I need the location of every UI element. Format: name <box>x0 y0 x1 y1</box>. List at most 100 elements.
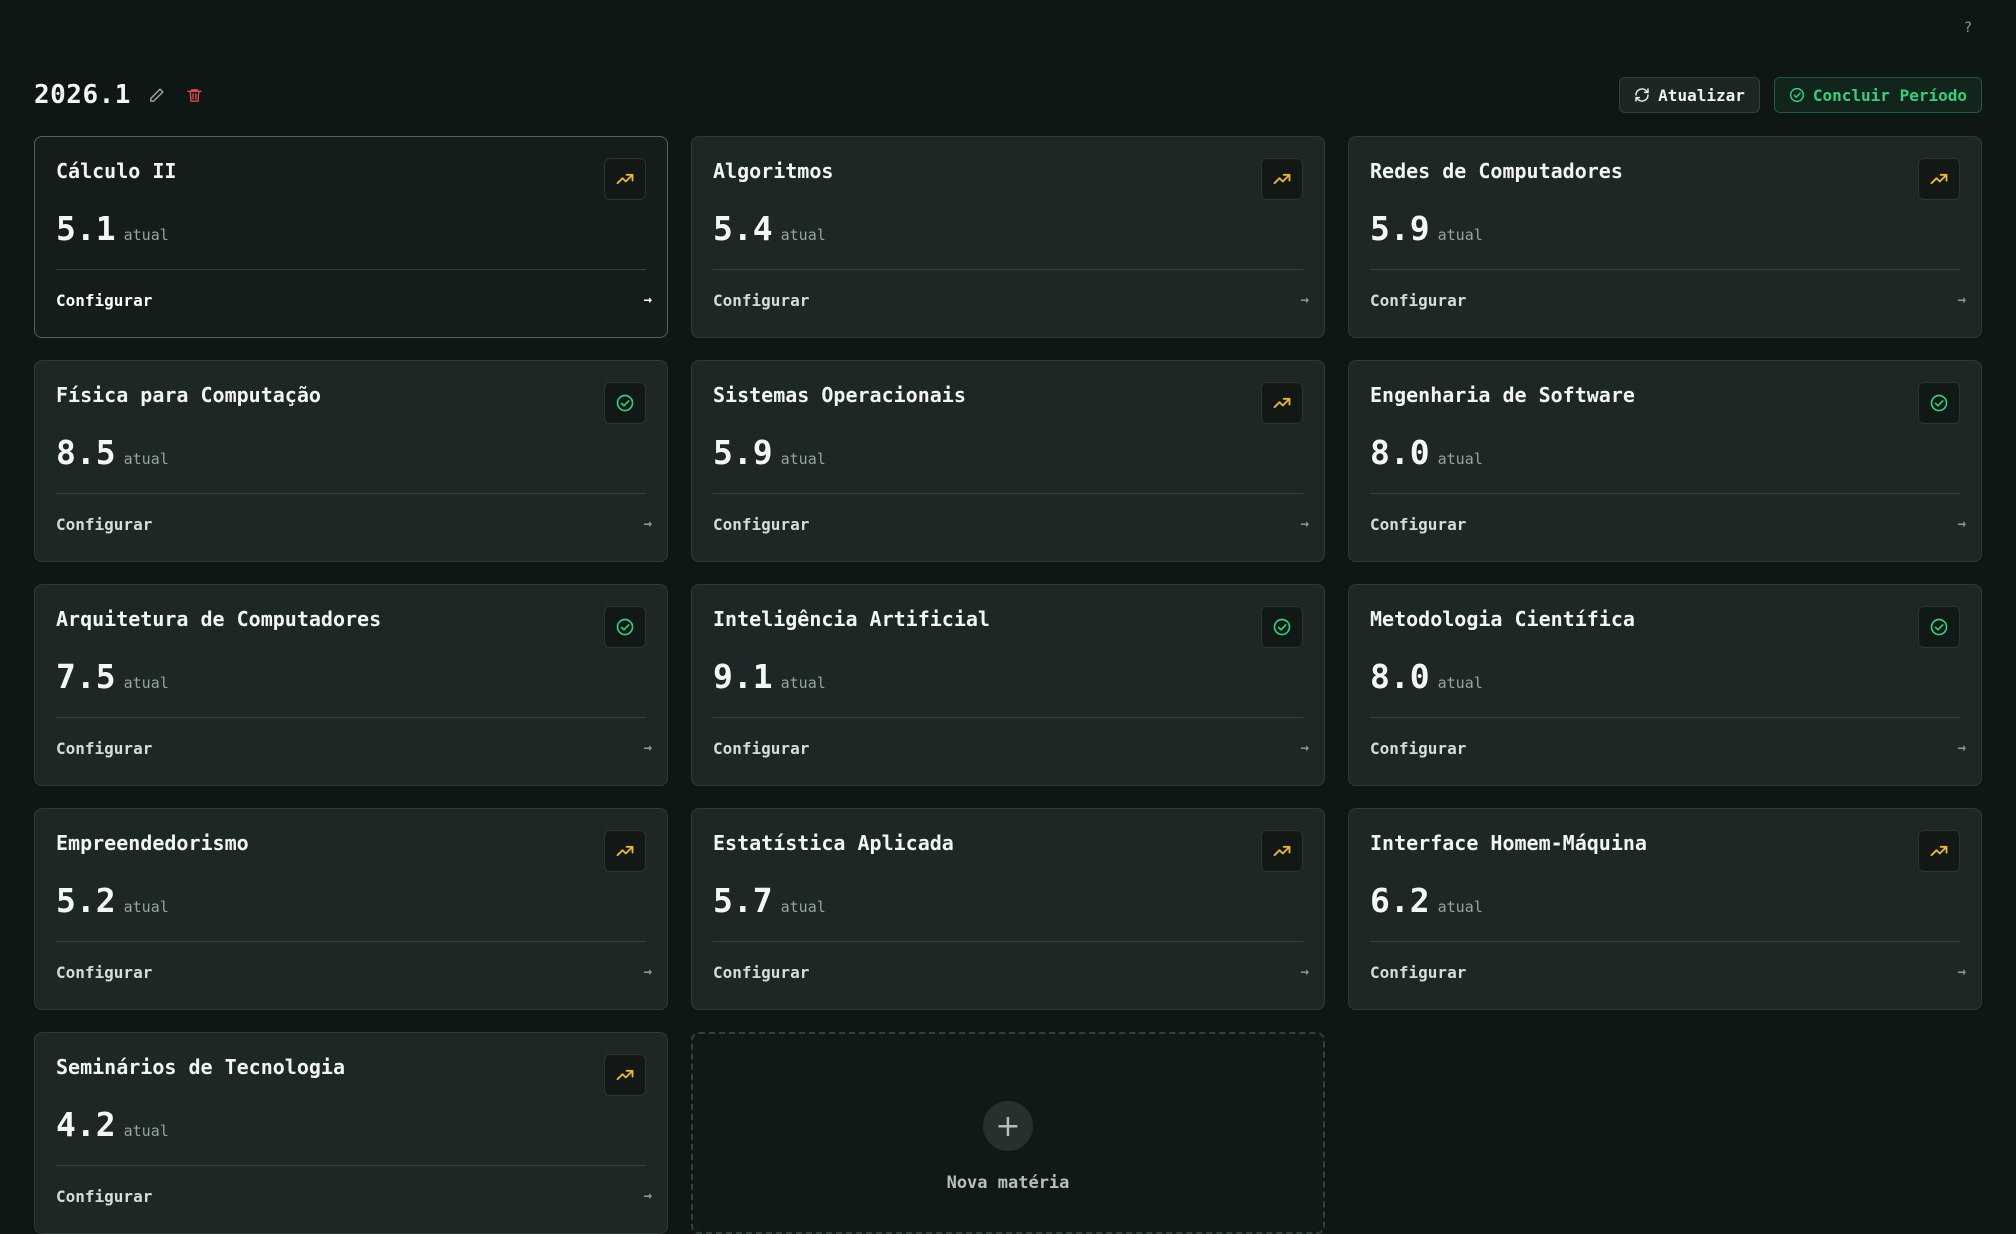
trending-up-icon <box>1930 173 1948 185</box>
subject-status-badge <box>1261 158 1303 200</box>
subject-grade-unit: atual <box>1437 674 1483 692</box>
refresh-button[interactable]: Atualizar <box>1619 77 1760 113</box>
configure-label: Configurar <box>713 514 810 534</box>
subject-grade: 5.4 <box>713 209 773 248</box>
configure-label: Configurar <box>1370 738 1467 758</box>
configure-link[interactable]: Configurar → <box>713 494 1309 554</box>
check-circle-icon <box>616 618 634 636</box>
subject-card[interactable]: Cálculo II 5.1 atual Configurar → <box>34 136 668 338</box>
configure-link[interactable]: Configurar → <box>1370 270 1966 330</box>
subject-grade: 5.9 <box>1370 209 1430 248</box>
delete-period-button[interactable] <box>183 83 207 107</box>
subject-name: Algoritmos <box>713 159 834 183</box>
configure-link[interactable]: Configurar → <box>56 270 652 330</box>
check-circle-icon <box>616 394 634 412</box>
trending-up-icon <box>1930 845 1948 857</box>
subject-grade: 4.2 <box>56 1105 116 1144</box>
subject-card[interactable]: Redes de Computadores 5.9 atual Configur… <box>1348 136 1982 338</box>
configure-label: Configurar <box>713 962 810 982</box>
subject-card[interactable]: Algoritmos 5.4 atual Configurar → <box>691 136 1325 338</box>
subject-grade-unit: atual <box>780 226 826 244</box>
period-header: 2026.1 Atualizar Concluir Período <box>34 75 1982 115</box>
finish-period-label: Concluir Período <box>1812 85 1967 105</box>
subject-name: Física para Computação <box>56 383 321 407</box>
subject-grade: 9.1 <box>713 657 773 696</box>
arrow-right-icon: → <box>643 292 652 308</box>
configure-link[interactable]: Configurar → <box>713 270 1309 330</box>
subject-grade: 5.1 <box>56 209 116 248</box>
subject-status-badge <box>604 606 646 648</box>
subject-grade-row: 6.2 atual <box>1370 881 1960 921</box>
configure-link[interactable]: Configurar → <box>56 718 652 778</box>
arrow-right-icon: → <box>1957 292 1966 308</box>
edit-period-button[interactable] <box>145 83 169 107</box>
subject-grade: 8.0 <box>1370 657 1430 696</box>
subject-grade: 5.2 <box>56 881 116 920</box>
configure-label: Configurar <box>1370 290 1467 310</box>
finish-period-button[interactable]: Concluir Período <box>1773 77 1982 113</box>
refresh-label: Atualizar <box>1658 85 1745 105</box>
configure-link[interactable]: Configurar → <box>1370 942 1966 1002</box>
configure-label: Configurar <box>56 514 153 534</box>
subject-card[interactable]: Arquitetura de Computadores 7.5 atual Co… <box>34 584 668 786</box>
subject-grade-unit: atual <box>780 450 826 468</box>
subject-grade-row: 7.5 atual <box>56 657 646 697</box>
configure-link[interactable]: Configurar → <box>713 718 1309 778</box>
subject-status-badge <box>604 158 646 200</box>
configure-label: Configurar <box>56 962 153 982</box>
arrow-right-icon: → <box>643 1188 652 1204</box>
subject-grade: 6.2 <box>1370 881 1430 920</box>
arrow-right-icon: → <box>1300 964 1309 980</box>
subject-name: Metodologia Científica <box>1370 607 1635 631</box>
subject-grade-row: 4.2 atual <box>56 1105 646 1145</box>
configure-link[interactable]: Configurar → <box>1370 718 1966 778</box>
arrow-right-icon: → <box>643 516 652 532</box>
subject-status-badge <box>604 382 646 424</box>
subject-card[interactable]: Inteligência Artificial 9.1 atual Config… <box>691 584 1325 786</box>
configure-label: Configurar <box>713 290 810 310</box>
add-subject-label: Nova matéria <box>946 1173 1070 1193</box>
configure-link[interactable]: Configurar → <box>56 1166 652 1226</box>
subject-card[interactable]: Física para Computação 8.5 atual Configu… <box>34 360 668 562</box>
subject-grade-unit: atual <box>1437 898 1483 916</box>
configure-label: Configurar <box>56 290 153 310</box>
configure-link[interactable]: Configurar → <box>56 494 652 554</box>
subject-grade-unit: atual <box>123 1122 169 1140</box>
subject-card[interactable]: Sistemas Operacionais 5.9 atual Configur… <box>691 360 1325 562</box>
subject-status-badge <box>1918 382 1960 424</box>
pencil-icon <box>150 87 165 102</box>
subject-name: Arquitetura de Computadores <box>56 607 382 631</box>
configure-link[interactable]: Configurar → <box>56 942 652 1002</box>
subject-grade: 7.5 <box>56 657 116 696</box>
subject-grade-row: 9.1 atual <box>713 657 1303 697</box>
subject-card[interactable]: Estatística Aplicada 5.7 atual Configura… <box>691 808 1325 1010</box>
help-button[interactable]: ? <box>1958 18 1978 38</box>
subject-grade-unit: atual <box>123 898 169 916</box>
add-subject-button[interactable]: + Nova matéria <box>691 1032 1325 1234</box>
configure-label: Configurar <box>1370 962 1467 982</box>
configure-link[interactable]: Configurar → <box>1370 494 1966 554</box>
configure-label: Configurar <box>713 738 810 758</box>
subject-grade-row: 8.5 atual <box>56 433 646 473</box>
subject-grade-row: 5.7 atual <box>713 881 1303 921</box>
subject-status-badge <box>1918 606 1960 648</box>
subject-name: Engenharia de Software <box>1370 383 1635 407</box>
subject-status-badge <box>1261 830 1303 872</box>
arrow-right-icon: → <box>1300 740 1309 756</box>
configure-label: Configurar <box>56 1186 153 1206</box>
subject-status-badge <box>1261 382 1303 424</box>
trash-icon <box>187 88 203 102</box>
subject-card[interactable]: Seminários de Tecnologia 4.2 atual Confi… <box>34 1032 668 1234</box>
subject-card[interactable]: Engenharia de Software 8.0 atual Configu… <box>1348 360 1982 562</box>
trending-up-icon <box>1273 173 1291 185</box>
subject-card[interactable]: Empreendedorismo 5.2 atual Configurar → <box>34 808 668 1010</box>
subject-grade-unit: atual <box>123 226 169 244</box>
subject-name: Cálculo II <box>56 159 177 183</box>
subject-name: Interface Homem-Máquina <box>1370 831 1647 855</box>
configure-link[interactable]: Configurar → <box>713 942 1309 1002</box>
subject-card[interactable]: Interface Homem-Máquina 6.2 atual Config… <box>1348 808 1982 1010</box>
refresh-icon <box>1635 88 1649 102</box>
check-circle-icon <box>1930 394 1948 412</box>
subject-card[interactable]: Metodologia Científica 8.0 atual Configu… <box>1348 584 1982 786</box>
subject-name: Empreendedorismo <box>56 831 249 855</box>
